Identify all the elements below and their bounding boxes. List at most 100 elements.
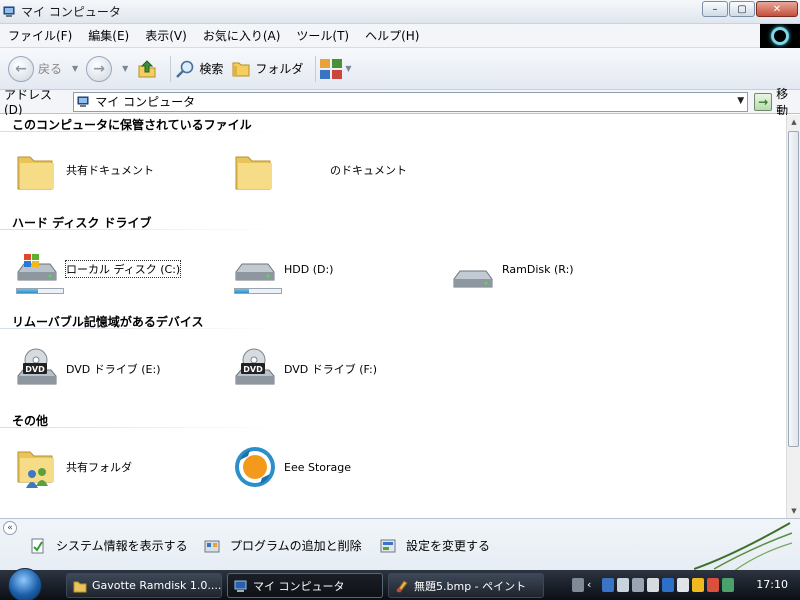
add-remove-programs-icon — [204, 540, 220, 552]
keyboard-icon[interactable] — [572, 578, 584, 592]
security-alert-icon[interactable] — [707, 578, 719, 592]
folder-icon — [17, 156, 54, 190]
folder-icon — [235, 156, 272, 190]
task-add-remove-programs[interactable]: プログラムの追加と削除 — [204, 537, 362, 554]
computer-icon — [234, 580, 247, 592]
drive-d-item[interactable]: HDD (D:) — [232, 246, 333, 292]
menu-help[interactable]: ヘルプ(H) — [357, 27, 427, 44]
task-change-settings[interactable]: 設定を変更する — [380, 537, 490, 554]
maximize-button[interactable]: ▢ — [729, 1, 755, 17]
drive-r-item[interactable]: RamDisk (R:) — [450, 253, 574, 299]
title-bar[interactable]: マイ コンピュータ – ▢ ✕ — [0, 0, 800, 24]
minimize-button[interactable]: – — [702, 1, 728, 17]
views-icon — [320, 58, 343, 79]
windows-drive-icon — [17, 254, 57, 281]
content-area: このコンピュータに保管されているファイル 共有ドキュメント のドキュメント ハー… — [0, 115, 786, 518]
usage-fill — [235, 289, 249, 293]
computer-icon — [77, 96, 89, 107]
paint-icon — [396, 579, 408, 593]
user-documents-item[interactable]: のドキュメント — [232, 147, 407, 193]
item-label: DVD ドライブ (F:) — [284, 363, 378, 376]
menu-tools[interactable]: ツール(T) — [288, 27, 357, 44]
views-button[interactable]: ▼ — [320, 58, 359, 79]
start-button[interactable] — [6, 568, 46, 600]
taskbar-button-ramdisk[interactable]: Gavotte Ramdisk 1.0.... — [66, 573, 222, 598]
menu-favorites[interactable]: お気に入り(A) — [195, 27, 289, 44]
group-divider — [0, 229, 280, 230]
item-label: のドキュメント — [330, 164, 407, 177]
collapse-pane-icon[interactable]: « — [3, 521, 17, 535]
group-divider — [0, 131, 280, 132]
address-field[interactable]: マイ コンピュータ ▼ — [73, 91, 749, 112]
back-button[interactable]: ← — [8, 55, 34, 82]
taskbar-button-paint[interactable]: 無題5.bmp - ペイント — [388, 573, 544, 598]
menu-bar: ファイル(F) 編集(E) 表示(V) お気に入り(A) ツール(T) ヘルプ(… — [0, 24, 800, 48]
menu-edit[interactable]: 編集(E) — [80, 27, 137, 44]
control-panel-icon — [380, 539, 396, 552]
vertical-scrollbar[interactable]: ▲ ▼ — [786, 115, 800, 518]
svg-text:DVD: DVD — [243, 365, 263, 374]
forward-arrow-icon: → — [93, 60, 106, 77]
network-icon[interactable] — [602, 578, 614, 592]
bluetooth-icon[interactable] — [662, 578, 674, 592]
back-label: 戻る — [38, 62, 63, 76]
volume-icon[interactable] — [647, 578, 659, 592]
go-label: 移動 — [776, 86, 789, 118]
hardware-icon[interactable] — [677, 578, 689, 592]
taskbar-button-label: Gavotte Ramdisk 1.0.... — [92, 579, 222, 592]
drive-d-usage-bar — [234, 288, 282, 294]
eee-storage-item[interactable]: Eee Storage — [232, 444, 351, 490]
item-label: Eee Storage — [284, 460, 352, 474]
taskbar-button-my-computer[interactable]: マイ コンピュータ — [227, 573, 383, 598]
window-title: マイ コンピュータ — [21, 5, 121, 19]
svg-text:DVD: DVD — [25, 365, 45, 374]
close-button[interactable]: ✕ — [756, 1, 798, 17]
shared-documents-item[interactable]: 共有ドキュメント — [14, 147, 154, 193]
task-system-info[interactable]: システム情報を表示する — [30, 537, 188, 554]
go-button[interactable]: → 移動 — [754, 85, 800, 119]
scroll-up-icon[interactable]: ▲ — [787, 115, 800, 129]
item-label: ローカル ディスク (C:) — [64, 260, 182, 278]
system-tray: ‹ — [572, 575, 734, 595]
search-label: 検索 — [199, 62, 224, 76]
usage-fill — [17, 289, 38, 293]
address-dropdown-icon[interactable]: ▼ — [737, 96, 744, 106]
forward-button[interactable]: → — [86, 55, 113, 82]
scroll-down-icon[interactable]: ▼ — [787, 504, 800, 518]
clock[interactable]: 17:10 — [756, 578, 788, 591]
signal-icon[interactable] — [632, 578, 644, 592]
item-label: 共有フォルダ — [66, 461, 132, 474]
task-label: 設定を変更する — [406, 539, 491, 553]
menu-view[interactable]: 表示(V) — [137, 27, 195, 44]
back-dropdown-icon[interactable]: ▼ — [72, 64, 78, 73]
search-button[interactable]: 検索 — [175, 59, 223, 79]
shield-icon[interactable] — [692, 578, 704, 592]
display-icon[interactable] — [722, 578, 734, 592]
go-arrow-icon: → — [754, 92, 773, 111]
brand-logo — [760, 24, 800, 48]
search-icon — [176, 60, 194, 78]
task-label: システム情報を表示する — [56, 539, 188, 553]
folders-button[interactable]: フォルダ — [231, 59, 303, 79]
drive-c-item[interactable]: ローカル ディスク (C:) — [14, 246, 182, 292]
leaf-decoration — [694, 522, 793, 571]
menu-file[interactable]: ファイル(F) — [0, 27, 80, 44]
folders-icon — [232, 62, 250, 76]
dvd-drive-f-item[interactable]: DVD DVD ドライブ (F:) — [232, 346, 377, 392]
windows-logo-icon — [8, 568, 42, 600]
folder-icon — [73, 581, 87, 592]
tray-expand-icon[interactable]: ‹ — [587, 578, 599, 592]
forward-dropdown-icon[interactable]: ▼ — [122, 64, 128, 73]
group-divider — [0, 328, 280, 329]
toolbar-separator — [315, 55, 317, 82]
battery-icon[interactable] — [617, 578, 629, 592]
address-bar: アドレス(D) マイ コンピュータ ▼ → 移動 — [0, 87, 800, 118]
item-label: HDD (D:) — [284, 262, 334, 276]
item-label: 共有ドキュメント — [66, 164, 154, 177]
views-dropdown-icon: ▼ — [345, 64, 352, 73]
shared-folders-item[interactable]: 共有フォルダ — [14, 444, 132, 490]
scrollbar-thumb[interactable] — [788, 131, 799, 447]
back-arrow-icon: ← — [15, 60, 27, 77]
up-folder-icon[interactable] — [136, 58, 158, 80]
dvd-drive-e-item[interactable]: DVD DVD ドライブ (E:) — [14, 346, 161, 392]
